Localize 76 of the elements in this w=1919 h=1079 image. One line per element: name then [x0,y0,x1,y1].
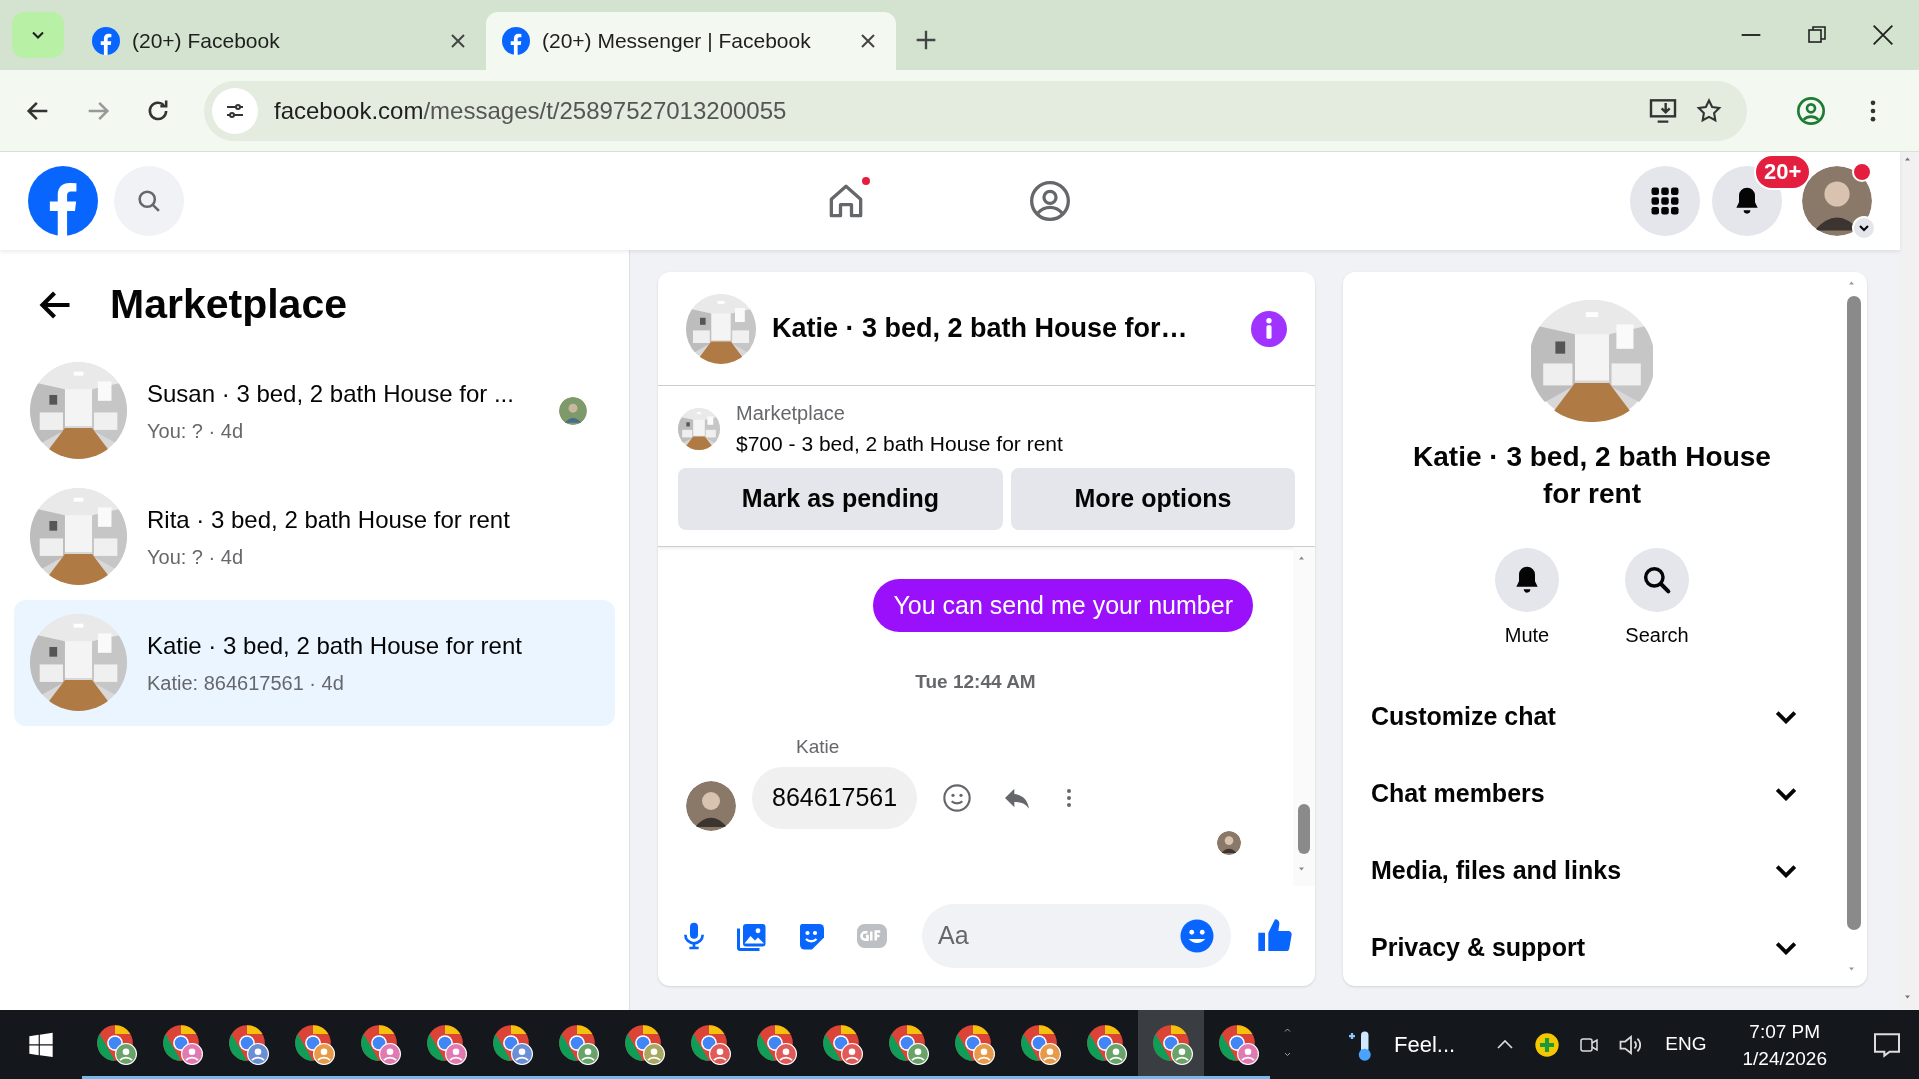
listing-label: Marketplace [736,401,846,426]
search-button[interactable]: Search [1612,548,1702,650]
clock-time[interactable]: 7:07 PM [1749,1017,1821,1045]
tab-title: (20+) Messenger | Facebook [542,28,812,55]
clock-date[interactable]: 1/24/2026 [1742,1044,1827,1072]
react-icon[interactable] [941,782,974,814]
facebook-logo-icon [502,27,530,55]
conversation-title: Rita · 3 bed, 2 bath House for rent [147,504,511,535]
profile-badge-icon [709,1043,731,1065]
facebook-logo-icon[interactable] [28,166,98,236]
search-icon [1641,564,1673,596]
outgoing-message: You can send me your number [873,578,1253,632]
read-receipt-avatar [1217,831,1241,855]
profile-badge-icon [313,1043,335,1065]
profile-badge-icon [577,1043,599,1065]
profile-badge-icon [643,1043,665,1065]
address-bar[interactable]: facebook.com/messages/t/25897527013200055 [204,80,1747,141]
profile-badge-icon [445,1043,467,1065]
conversation-item[interactable]: Rita · 3 bed, 2 bath House for rent You: ? · 4d [14,473,615,600]
mark-pending-button[interactable]: Mark as pending [678,467,1003,530]
profile-badge-icon [907,1043,929,1065]
profile-badge-icon [775,1043,797,1065]
details-title: Katie · 3 bed, 2 bath House for rent [1412,440,1772,511]
message-scrollbar[interactable] [1293,546,1315,886]
groups-icon[interactable] [1028,179,1072,223]
browser-tab[interactable]: (20+) Facebook [76,12,486,70]
conversation-preview: You: ? · 4d [147,544,244,570]
url-text: facebook.com/messages/t/25897527013200055 [274,95,788,126]
scrollbar-thumb[interactable] [1847,296,1861,930]
windows-logo-icon [27,1030,55,1059]
conversation-title: Susan · 3 bed, 2 bath House for ... [147,378,515,409]
language-indicator[interactable]: ENG [1665,1030,1707,1059]
section-row[interactable]: Privacy & support [1371,909,1813,986]
profile-badge-icon [511,1043,533,1065]
message-field[interactable]: Aa [922,904,1231,968]
taskbar-app[interactable] [1138,1010,1204,1079]
site-info-button[interactable] [212,87,258,134]
bookmark-star-icon[interactable] [1695,96,1723,125]
more-options-button[interactable]: More options [1011,467,1295,530]
profile-badge-icon [973,1043,995,1065]
tab-title: (20+) Facebook [132,28,281,55]
profile-badge-icon [115,1043,137,1065]
weather-widget[interactable]: Feel... [1346,1026,1456,1063]
info-icon[interactable] [1251,310,1287,347]
profile-badge-icon [841,1043,863,1065]
incoming-message: 864617561 [752,767,918,829]
conversation-preview: You: ? · 4d [147,418,244,444]
profile-badge-icon [247,1043,269,1065]
plus-app-icon[interactable] [1533,1030,1562,1059]
profile-badge-icon [1105,1043,1127,1065]
message-timestamp: Tue 12:44 AM [915,670,1036,694]
chat-title: Katie · 3 bed, 2 bath House for… [772,312,1189,346]
profile-badge-icon [1237,1043,1259,1065]
message-input[interactable]: Aa [938,917,1179,955]
scrollbar-thumb[interactable] [1298,804,1310,854]
sender-name: Katie [796,734,841,759]
section-row[interactable]: Chat members [1371,755,1813,832]
sidebar-title: Marketplace [110,280,347,329]
sender-avatar [686,781,736,831]
profile-badge-icon [379,1043,401,1065]
profile-badge-icon [1039,1043,1061,1065]
page-scrollbar[interactable] [1900,152,1919,1010]
listing-title: $700 - 3 bed, 2 bath House for rent [736,431,1063,457]
profile-badge-icon [1171,1043,1193,1065]
profile-badge-icon [181,1043,203,1065]
facebook-logo-icon [92,27,120,55]
conversation-preview: Katie: 864617561 · 4d [147,670,345,696]
section-row[interactable]: Customize chat [1371,678,1813,755]
emoji-icon[interactable] [1179,918,1215,954]
section-row[interactable]: Media, files and links [1371,832,1813,909]
mute-button[interactable]: Mute [1482,548,1572,650]
profile-icon[interactable] [1795,94,1827,127]
browser-tab[interactable]: (20+) Messenger | Facebook [486,12,896,70]
conversation-title: Katie · 3 bed, 2 bath House for rent [147,630,523,661]
conversation-item[interactable]: Susan · 3 bed, 2 bath House for ... You: ? · 4d [14,347,615,474]
conversation-item[interactable]: Katie · 3 bed, 2 bath House for rent Katie: 864617561 · 4d [14,599,615,726]
